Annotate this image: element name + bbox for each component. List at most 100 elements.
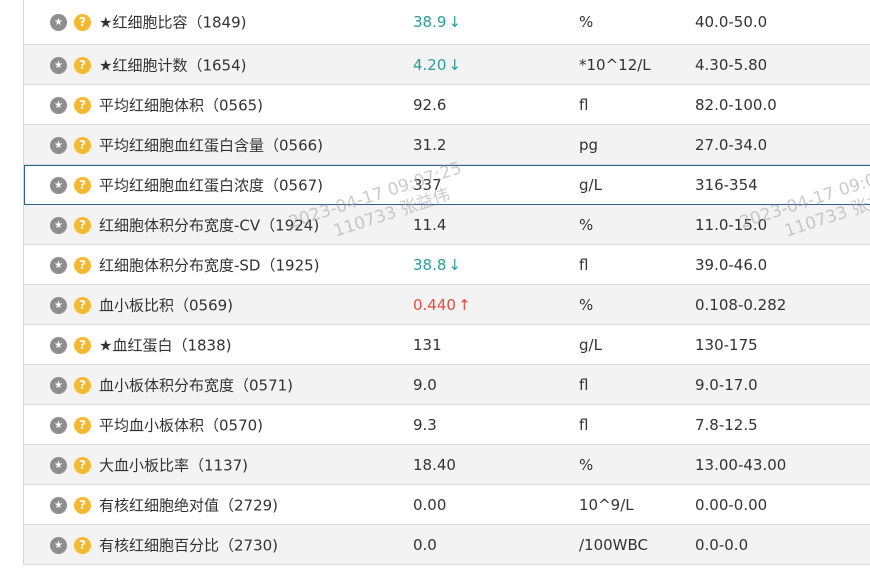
item-name: 平均红细胞血红蛋白浓度（0567) xyxy=(99,176,324,194)
question-icon[interactable]: ? xyxy=(74,56,91,74)
item-name: 平均血小板体积（0570) xyxy=(99,416,264,434)
star-icon[interactable]: ★ xyxy=(50,176,67,194)
item-unit: fl xyxy=(579,375,589,394)
item-name: ★红细胞比容（1849) xyxy=(99,13,247,32)
item-range: 13.00-43.00 xyxy=(695,455,787,474)
table-row-selected[interactable]: ★ ? 平均红细胞血红蛋白浓度（0567) 337 g/L 316-354 xyxy=(24,165,870,205)
star-icon[interactable]: ★ xyxy=(50,456,67,474)
item-unit: 10^9/L xyxy=(579,495,634,514)
question-icon[interactable]: ? xyxy=(74,496,91,514)
item-name: 平均红细胞血红蛋白含量（0566) xyxy=(99,136,324,154)
question-icon[interactable]: ? xyxy=(74,456,91,474)
item-unit: pg xyxy=(579,135,599,154)
star-icon[interactable]: ★ xyxy=(50,256,67,274)
item-value: 337 xyxy=(413,175,442,194)
item-name: 大血小板比率（1137) xyxy=(99,456,249,474)
star-icon[interactable]: ★ xyxy=(50,136,67,154)
item-name: 血小板比积（0569) xyxy=(99,296,234,314)
item-value: 92.6 xyxy=(413,95,447,114)
table-row[interactable]: ★ ? 红细胞体积分布宽度-SD（1925) 38.8 ↓ fl 39.0-46.… xyxy=(24,245,870,285)
question-icon[interactable]: ? xyxy=(74,256,91,274)
item-range: 82.0-100.0 xyxy=(695,95,777,114)
question-icon[interactable]: ? xyxy=(74,96,91,114)
item-name: 平均红细胞体积（0565) xyxy=(99,96,264,114)
item-unit: % xyxy=(579,455,594,474)
table-row[interactable]: ★ ? ★红细胞计数（1654) 4.20 ↓ *10^12/L 4.30-5.8… xyxy=(24,45,870,85)
table-row[interactable]: ★ ? 平均红细胞血红蛋白含量（0566) 31.2 pg 27.0-34.0 xyxy=(24,125,870,165)
table-row[interactable]: ★ ? 血小板体积分布宽度（0571) 9.0 fl 9.0-17.0 xyxy=(24,365,870,405)
item-value: 38.8 ↓ xyxy=(413,255,461,274)
star-icon[interactable]: ★ xyxy=(50,536,67,554)
star-icon[interactable]: ★ xyxy=(50,336,67,354)
item-unit: g/L xyxy=(579,175,602,194)
results-table: ★ ? ★红细胞比容（1849) 38.9 ↓ % 40.0-50.0 ★ ? ★… xyxy=(23,0,870,565)
table-row[interactable]: ★ ? ★红细胞比容（1849) 38.9 ↓ % 40.0-50.0 xyxy=(24,0,870,45)
item-unit: fl xyxy=(579,415,589,434)
item-value: 11.4 xyxy=(413,215,447,234)
question-icon[interactable]: ? xyxy=(74,416,91,434)
item-unit: fl xyxy=(579,95,589,114)
star-icon[interactable]: ★ xyxy=(50,56,67,74)
item-name: 红细胞体积分布宽度-SD（1925) xyxy=(99,256,320,274)
star-icon[interactable]: ★ xyxy=(50,96,67,114)
item-value: 0.0 xyxy=(413,535,437,554)
item-name: 有核红细胞百分比（2730) xyxy=(99,536,279,554)
item-range: 4.30-5.80 xyxy=(695,55,768,74)
item-range: 0.108-0.282 xyxy=(695,295,787,314)
table-row[interactable]: ★ ? ★血红蛋白（1838) 131 g/L 130-175 xyxy=(24,325,870,365)
star-icon[interactable]: ★ xyxy=(50,376,67,394)
item-unit: *10^12/L xyxy=(579,55,651,74)
question-icon[interactable]: ? xyxy=(74,336,91,354)
item-name: 红细胞体积分布宽度-CV（1924) xyxy=(99,216,320,234)
table-row[interactable]: ★ ? 平均血小板体积（0570) 9.3 fl 7.8-12.5 xyxy=(24,405,870,445)
item-value: 9.0 xyxy=(413,375,437,394)
item-unit: g/L xyxy=(579,335,602,354)
item-range: 27.0-34.0 xyxy=(695,135,768,154)
lab-results-view: ★ ? ★红细胞比容（1849) 38.9 ↓ % 40.0-50.0 ★ ? ★… xyxy=(0,0,870,571)
item-value: 0.00 xyxy=(413,495,447,514)
question-icon[interactable]: ? xyxy=(74,14,91,31)
item-name: ★血红蛋白（1838) xyxy=(99,336,232,354)
down-arrow-icon: ↓ xyxy=(448,55,461,74)
item-range: 0.00-0.00 xyxy=(695,495,768,514)
table-row[interactable]: ★ ? 血小板比积（0569) 0.440 ↑ % 0.108-0.282 xyxy=(24,285,870,325)
star-icon[interactable]: ★ xyxy=(50,14,67,31)
item-value: 31.2 xyxy=(413,135,447,154)
star-icon[interactable]: ★ xyxy=(50,216,67,234)
item-name: ★红细胞计数（1654) xyxy=(99,56,247,74)
star-icon[interactable]: ★ xyxy=(50,416,67,434)
item-range: 11.0-15.0 xyxy=(695,215,768,234)
star-icon[interactable]: ★ xyxy=(50,496,67,514)
item-range: 39.0-46.0 xyxy=(695,255,768,274)
question-icon[interactable]: ? xyxy=(74,296,91,314)
item-range: 130-175 xyxy=(695,335,758,354)
down-arrow-icon: ↓ xyxy=(448,13,461,31)
item-unit: /100WBC xyxy=(579,535,649,554)
item-value: 38.9 ↓ xyxy=(413,13,461,31)
item-unit: % xyxy=(579,13,594,31)
star-icon[interactable]: ★ xyxy=(50,296,67,314)
item-range: 40.0-50.0 xyxy=(695,13,768,31)
table-row[interactable]: ★ ? 平均红细胞体积（0565) 92.6 fl 82.0-100.0 xyxy=(24,85,870,125)
table-row[interactable]: ★ ? 大血小板比率（1137) 18.40 % 13.00-43.00 xyxy=(24,445,870,485)
item-unit: % xyxy=(579,295,594,314)
item-value: 18.40 xyxy=(413,455,456,474)
table-row[interactable]: ★ ? 红细胞体积分布宽度-CV（1924) 11.4 % 11.0-15.0 xyxy=(24,205,870,245)
item-unit: fl xyxy=(579,255,589,274)
item-unit: % xyxy=(579,215,594,234)
item-name: 有核红细胞绝对值（2729) xyxy=(99,496,279,514)
table-row[interactable]: ★ ? 有核红细胞百分比（2730) 0.0 /100WBC 0.0-0.0 xyxy=(24,525,870,565)
left-margin xyxy=(0,0,23,571)
question-icon[interactable]: ? xyxy=(74,136,91,154)
item-range: 0.0-0.0 xyxy=(695,535,749,554)
item-value: 4.20 ↓ xyxy=(413,55,461,74)
item-value: 9.3 xyxy=(413,415,437,434)
question-icon[interactable]: ? xyxy=(74,536,91,554)
down-arrow-icon: ↓ xyxy=(448,255,461,274)
table-row[interactable]: ★ ? 有核红细胞绝对值（2729) 0.00 10^9/L 0.00-0.00 xyxy=(24,485,870,525)
question-icon[interactable]: ? xyxy=(74,176,91,194)
question-icon[interactable]: ? xyxy=(74,216,91,234)
question-icon[interactable]: ? xyxy=(74,376,91,394)
item-value: 131 xyxy=(413,335,442,354)
item-range: 316-354 xyxy=(695,175,758,194)
